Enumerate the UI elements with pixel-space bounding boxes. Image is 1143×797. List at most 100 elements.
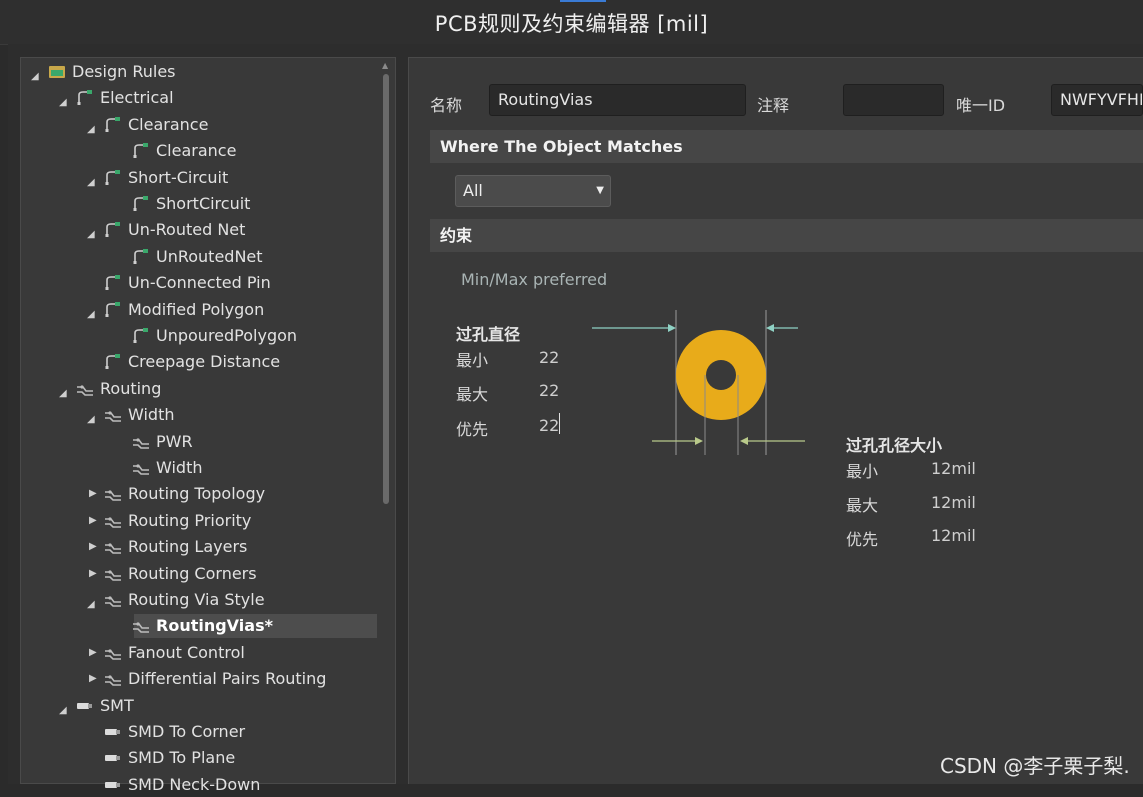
collapse-icon[interactable]: ◢ bbox=[31, 65, 39, 89]
tree-item-label: Routing Via Style bbox=[128, 590, 265, 609]
electrical-rule-icon bbox=[104, 302, 122, 318]
tree-item-label: UnRoutedNet bbox=[156, 246, 263, 266]
hole-size-title: 过孔孔径大小 bbox=[846, 436, 943, 455]
via-diameter-pref-value[interactable]: 22 bbox=[539, 416, 559, 435]
tree-item-label: Width bbox=[128, 405, 175, 425]
window-title: PCB规则及约束编辑器 [mil] bbox=[434, 12, 709, 36]
tree-item-label: Routing Topology bbox=[128, 484, 266, 504]
arrowhead-icon bbox=[668, 324, 676, 332]
electrical-rule-icon bbox=[104, 354, 122, 370]
via-diameter-max-label: 最大 bbox=[456, 385, 489, 404]
collapse-icon[interactable]: ◢ bbox=[59, 699, 67, 723]
expand-icon[interactable]: ▶ bbox=[89, 535, 97, 559]
expand-icon[interactable]: ▶ bbox=[89, 509, 97, 533]
title-bar: PCB规则及约束编辑器 [mil] bbox=[0, 0, 1143, 45]
collapse-icon[interactable]: ◢ bbox=[87, 223, 95, 247]
smt-rule-icon bbox=[104, 724, 122, 740]
electrical-rule-icon bbox=[132, 196, 150, 212]
electrical-rule-icon bbox=[76, 90, 94, 106]
expand-icon[interactable]: ▶ bbox=[89, 482, 97, 506]
tree-item-label: Width bbox=[156, 458, 203, 477]
tree-item-label: Un-Routed Net bbox=[128, 220, 246, 240]
tree-item-label: SMD To Corner bbox=[128, 722, 246, 741]
scroll-thumb[interactable] bbox=[383, 74, 389, 504]
arrowhead-icon bbox=[740, 437, 748, 445]
tree-item-label: Modified Polygon bbox=[128, 299, 265, 319]
tree-item[interactable]: RoutingVias* bbox=[132, 614, 377, 639]
expand-icon[interactable]: ▶ bbox=[89, 667, 97, 691]
tree-item-label: PWR bbox=[156, 431, 193, 451]
collapse-icon[interactable]: ◢ bbox=[87, 593, 95, 617]
via-diagram bbox=[592, 310, 805, 455]
constraints-section-header: 约束 bbox=[430, 219, 1143, 252]
tree-item-label: Fanout Control bbox=[128, 642, 245, 662]
smt-rule-icon bbox=[104, 777, 122, 793]
routing-rule-icon bbox=[76, 381, 94, 397]
comment-field[interactable] bbox=[843, 84, 944, 116]
smt-rule-icon bbox=[104, 750, 122, 766]
tree-item-label: Routing Layers bbox=[128, 537, 248, 557]
hole-size-min-label: 最小 bbox=[846, 462, 879, 481]
tree-item-label: Routing Corners bbox=[128, 563, 257, 583]
via-diameter-title: 过孔直径 bbox=[456, 325, 521, 344]
hole-size-min-value[interactable]: 12mil bbox=[931, 459, 976, 478]
chevron-down-icon: ▼ bbox=[596, 185, 604, 196]
tree-item-label: Routing Priority bbox=[128, 510, 252, 530]
routing-rule-icon bbox=[104, 645, 122, 661]
tree-item-label: Routing bbox=[100, 378, 162, 398]
scroll-up-icon[interactable]: ▲ bbox=[382, 62, 388, 70]
routing-rule-icon bbox=[104, 486, 122, 502]
tree-item-label: UnpouredPolygon bbox=[156, 326, 298, 345]
unique-id-label: 唯一ID bbox=[956, 96, 1006, 115]
hole-size-max-label: 最大 bbox=[846, 496, 879, 515]
arrowhead-icon bbox=[766, 324, 774, 332]
electrical-rule-icon bbox=[132, 143, 150, 159]
hole-size-max-value[interactable]: 12mil bbox=[931, 493, 976, 512]
via-diameter-min-label: 最小 bbox=[456, 351, 489, 370]
name-label: 名称 bbox=[430, 96, 463, 115]
tree-item-label: SMD Neck-Down bbox=[128, 774, 261, 794]
via-diameter-max-value[interactable]: 22 bbox=[539, 381, 559, 400]
tree-item-label: Differential Pairs Routing bbox=[128, 669, 327, 689]
via-diameter-min-value[interactable]: 22 bbox=[539, 348, 559, 367]
tree-item-label: Clearance bbox=[156, 141, 237, 161]
text-cursor bbox=[559, 413, 560, 434]
name-field[interactable]: RoutingVias bbox=[489, 84, 746, 116]
tree-scrollbar[interactable]: ▲ bbox=[380, 60, 392, 784]
collapse-icon[interactable]: ◢ bbox=[59, 382, 67, 406]
tree-item-label: SMD To Plane bbox=[128, 748, 236, 768]
routing-rule-icon bbox=[104, 566, 122, 582]
routing-rule-icon bbox=[132, 434, 150, 450]
tree-item-label: Short-Circuit bbox=[128, 167, 229, 187]
collapse-icon[interactable]: ◢ bbox=[87, 171, 95, 195]
collapse-icon[interactable]: ◢ bbox=[87, 118, 95, 142]
title-accent bbox=[560, 0, 606, 2]
expand-icon[interactable]: ▶ bbox=[89, 641, 97, 665]
unique-id-field[interactable]: NWFYVFHE bbox=[1051, 84, 1143, 116]
tree-item-label: Design Rules bbox=[72, 62, 176, 81]
scope-dropdown-value: All bbox=[463, 181, 483, 200]
tree-item-label: Clearance bbox=[128, 114, 209, 134]
scope-dropdown[interactable]: All ▼ bbox=[455, 175, 611, 207]
where-section-header: Where The Object Matches bbox=[430, 130, 1143, 163]
routing-rule-icon bbox=[132, 460, 150, 476]
via-diameter-pref-label: 优先 bbox=[456, 420, 489, 439]
expand-icon[interactable]: ▶ bbox=[89, 562, 97, 586]
collapse-icon[interactable]: ◢ bbox=[59, 91, 67, 115]
electrical-rule-icon bbox=[104, 275, 122, 291]
routing-rule-icon bbox=[104, 539, 122, 555]
hole-size-pref-label: 优先 bbox=[846, 530, 879, 549]
hole-size-pref-value[interactable]: 12mil bbox=[931, 526, 976, 545]
tree-item-label: Un-Connected Pin bbox=[128, 273, 271, 293]
electrical-rule-icon bbox=[104, 170, 122, 186]
electrical-rule-icon bbox=[132, 328, 150, 344]
collapse-icon[interactable]: ◢ bbox=[87, 303, 95, 327]
tree-item-label: RoutingVias* bbox=[156, 616, 273, 636]
routing-rule-icon bbox=[104, 671, 122, 687]
electrical-rule-icon bbox=[104, 222, 122, 238]
routing-rule-icon bbox=[132, 618, 150, 634]
comment-label: 注释 bbox=[757, 96, 790, 115]
collapse-icon[interactable]: ◢ bbox=[87, 408, 95, 432]
watermark: CSDN @李子栗子梨. bbox=[940, 754, 1130, 778]
tree-item-label: SMT bbox=[100, 695, 134, 715]
